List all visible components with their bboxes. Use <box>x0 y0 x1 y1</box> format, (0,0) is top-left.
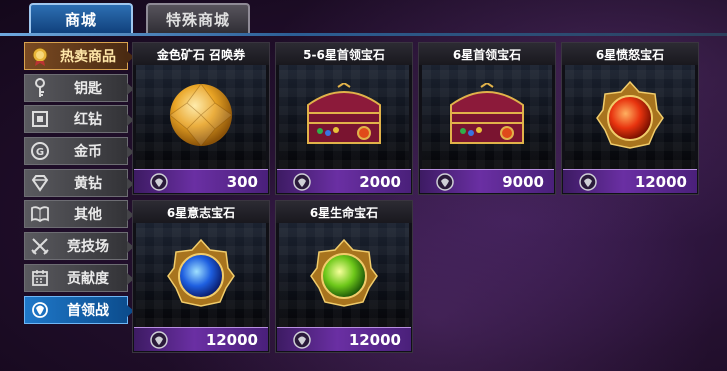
item-price: 9000 <box>502 172 544 191</box>
sidebar-item-gold[interactable]: G 金币 <box>24 137 134 166</box>
item-image <box>136 223 266 327</box>
category-sidebar: 热卖商品 钥匙 红钻 G 金币 黄钻 其他 竞技场 贡献度 首领战 <box>24 42 134 327</box>
item-price: 12000 <box>348 330 401 349</box>
item-image <box>136 65 266 169</box>
shop-item-card[interactable]: 6星首领宝石 9000 <box>418 42 556 195</box>
red-diamond-icon <box>25 109 55 129</box>
shop-item-card[interactable]: 6星愤怒宝石 12000 <box>561 42 699 195</box>
shop-item-card[interactable]: 6星意志宝石 12000 <box>132 200 270 353</box>
blue-gem-icon <box>166 238 236 312</box>
red-gem-icon <box>595 80 665 154</box>
tab-shop[interactable]: 商城 <box>29 3 133 34</box>
gold-gem-icon <box>167 81 235 153</box>
boss-emblem-icon <box>25 300 55 320</box>
price-bar: 12000 <box>563 169 697 193</box>
svg-text:G: G <box>36 147 44 158</box>
treasure-chest-icon <box>302 81 386 151</box>
boss-token-icon <box>291 171 313 193</box>
sidebar-item-other[interactable]: 其他 <box>24 200 134 229</box>
item-price: 12000 <box>205 330 258 349</box>
price-bar: 12000 <box>277 327 411 351</box>
item-name: 金色矿石 召唤券 <box>133 43 269 65</box>
price-bar: 2000 <box>277 169 411 193</box>
treasure-chest-icon <box>445 81 529 151</box>
sidebar-item-label: 红钻 <box>74 112 102 129</box>
item-name: 5-6星首领宝石 <box>276 43 412 65</box>
boss-token-icon <box>434 171 456 193</box>
tab-divider <box>0 33 727 36</box>
boss-token-icon <box>148 329 170 351</box>
sidebar-item-arena[interactable]: 竞技场 <box>24 232 134 261</box>
item-name: 6星意志宝石 <box>133 201 269 223</box>
sidebar-item-label: 首领战 <box>67 302 109 319</box>
sidebar-item-keys[interactable]: 钥匙 <box>24 73 134 102</box>
sidebar-item-boss-battle[interactable]: 首领战 <box>24 295 134 324</box>
item-name: 6星生命宝石 <box>276 201 412 223</box>
book-icon <box>25 204 55 224</box>
item-price: 300 <box>226 172 258 191</box>
gold-coin-icon: G <box>25 141 55 161</box>
sidebar-item-label: 钥匙 <box>74 80 102 97</box>
sidebar-item-label: 金币 <box>74 144 102 161</box>
item-image <box>279 223 409 327</box>
item-name: 6星首领宝石 <box>419 43 555 65</box>
sidebar-item-contribution[interactable]: 贡献度 <box>24 263 134 292</box>
sidebar-item-yellow-diamond[interactable]: 黄钻 <box>24 168 134 197</box>
item-price: 2000 <box>359 172 401 191</box>
boss-token-icon <box>577 171 599 193</box>
price-bar: 300 <box>134 169 268 193</box>
green-gem-icon <box>309 238 379 312</box>
sidebar-item-label: 竞技场 <box>67 239 109 256</box>
sidebar-item-red-diamond[interactable]: 红钻 <box>24 105 134 134</box>
item-image <box>279 65 409 169</box>
item-image <box>565 65 695 169</box>
item-price: 12000 <box>634 172 687 191</box>
yellow-diamond-icon <box>25 173 55 193</box>
sidebar-item-label: 热卖商品 <box>60 49 116 65</box>
item-name: 6星愤怒宝石 <box>562 43 698 65</box>
key-icon <box>25 77 55 98</box>
calendar-icon <box>25 268 55 288</box>
medal-icon <box>25 46 55 66</box>
price-bar: 9000 <box>420 169 554 193</box>
price-bar: 12000 <box>134 327 268 351</box>
shop-item-card[interactable]: 5-6星首领宝石 2000 <box>275 42 413 195</box>
crossed-swords-icon <box>25 236 55 256</box>
tab-special-shop[interactable]: 特殊商城 <box>146 3 250 34</box>
sidebar-item-label: 其他 <box>74 207 102 224</box>
sidebar-item-hot[interactable]: 热卖商品 <box>24 42 134 70</box>
boss-token-icon <box>148 171 170 193</box>
boss-token-icon <box>291 329 313 351</box>
sidebar-item-label: 黄钻 <box>74 175 102 192</box>
shop-item-card[interactable]: 6星生命宝石 12000 <box>275 200 413 353</box>
shop-item-card[interactable]: 金色矿石 召唤券 300 <box>132 42 270 195</box>
sidebar-item-label: 贡献度 <box>67 270 109 287</box>
item-image <box>422 65 552 169</box>
